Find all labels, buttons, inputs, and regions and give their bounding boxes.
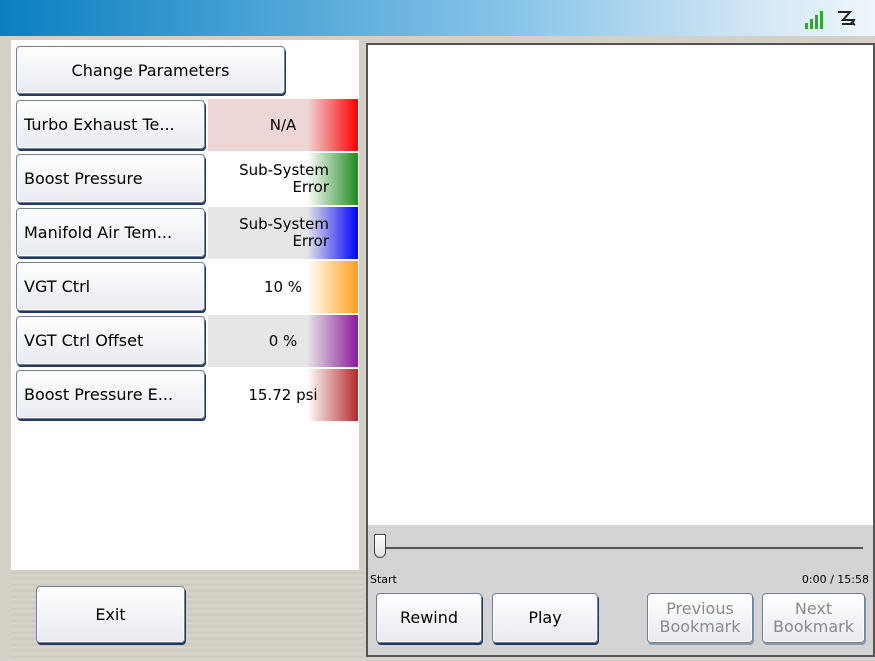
parameter-value-text: Sub-System Error	[239, 215, 329, 250]
change-parameters-button[interactable]: Change Parameters	[16, 46, 285, 94]
playback-slider-thumb[interactable]	[374, 534, 386, 558]
parameter-value: Sub-System Error	[208, 207, 358, 259]
graph-area	[368, 45, 873, 525]
parameter-value: 15.72 psi	[208, 369, 358, 421]
parameter-button[interactable]: VGT Ctrl	[16, 262, 205, 311]
start-label: Start	[370, 573, 397, 586]
parameter-label: VGT Ctrl Offset	[24, 331, 144, 350]
rewind-button[interactable]: Rewind	[376, 593, 482, 643]
graph-panel: Start 0:00 / 15:58 Rewind Play Previous …	[366, 43, 875, 657]
exit-button[interactable]: Exit	[36, 586, 185, 643]
left-margin	[0, 40, 11, 660]
previous-bookmark-button[interactable]: Previous Bookmark	[647, 593, 753, 643]
parameter-value: 10 %	[208, 261, 358, 313]
rewind-label: Rewind	[399, 608, 459, 627]
parameter-value-text: N/A	[269, 115, 297, 134]
parameter-value: N/A	[208, 99, 358, 151]
play-label: Play	[528, 608, 562, 627]
parameter-button[interactable]: Manifold Air Tem...	[16, 208, 205, 257]
parameter-value-text: Sub-System Error	[239, 161, 329, 196]
parameter-label: Turbo Exhaust Te...	[24, 115, 175, 134]
playback-controls: Start 0:00 / 15:58 Rewind Play Previous …	[368, 525, 873, 655]
parameter-value-text: 0 %	[268, 331, 298, 350]
change-parameters-label: Change Parameters	[71, 60, 230, 80]
parameter-value: 0 %	[208, 315, 358, 367]
next-bookmark-button[interactable]: Next Bookmark	[762, 593, 865, 643]
parameter-value-text: 10 %	[263, 277, 303, 296]
parameter-value: Sub-System Error	[208, 153, 358, 205]
parameter-button[interactable]: Boost Pressure E...	[16, 370, 205, 419]
parameter-button[interactable]: VGT Ctrl Offset	[16, 316, 205, 365]
playback-track[interactable]	[378, 547, 863, 549]
parameter-label: Boost Pressure E...	[24, 385, 174, 404]
parameter-button[interactable]: Boost Pressure	[16, 154, 205, 203]
previous-bookmark-label: Previous Bookmark	[659, 599, 741, 636]
plug-icon	[838, 11, 856, 26]
title-bar	[0, 0, 875, 36]
parameter-label: Boost Pressure	[24, 169, 143, 188]
next-bookmark-label: Next Bookmark	[772, 599, 855, 636]
parameter-label: Manifold Air Tem...	[24, 223, 173, 242]
parameter-label: VGT Ctrl	[24, 277, 91, 296]
time-readout: 0:00 / 15:58	[801, 573, 869, 586]
signal-icon	[805, 9, 823, 29]
parameter-value-text: 15.72 psi	[248, 385, 318, 404]
play-button[interactable]: Play	[492, 593, 598, 643]
exit-label: Exit	[95, 605, 126, 624]
parameter-button[interactable]: Turbo Exhaust Te...	[16, 100, 205, 149]
